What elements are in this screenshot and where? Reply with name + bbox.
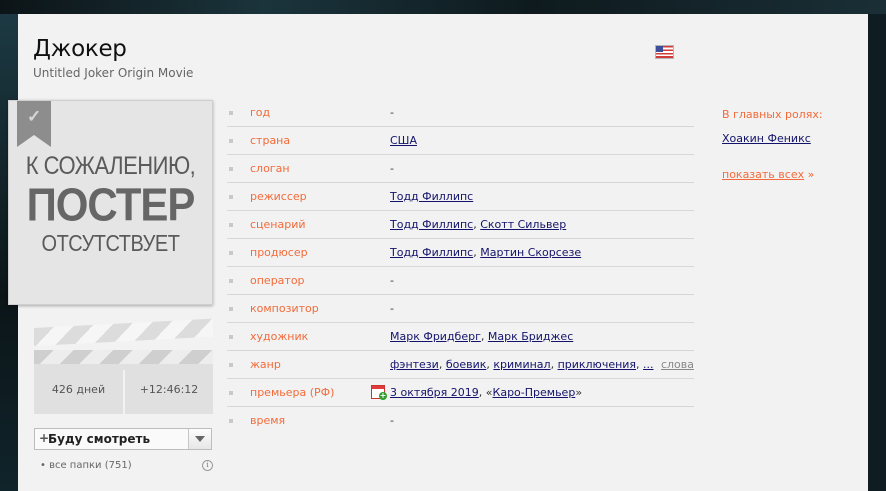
background-top (0, 0, 886, 14)
poster-text-line3: ОТСУТСТВУЕТ (41, 231, 180, 257)
premiere-countdown: 426 дней +12:46:12 (34, 318, 213, 414)
poster-text-line1: К СОЖАЛЕНИЮ, (25, 151, 196, 180)
info-row-operator: оператор - (227, 267, 694, 295)
genre-link[interactable]: фэнтези (390, 358, 439, 371)
artist-link[interactable]: Марк Бриджес (488, 330, 573, 343)
director-link[interactable]: Тодд Филлипс (390, 190, 473, 203)
info-row-year: год - (227, 99, 694, 127)
poster-placeholder: ✓ К СОЖАЛЕНИЮ, ПОСТЕР ОТСУТСТВУЕТ (8, 100, 213, 305)
distributor-link[interactable]: Каро-Премьер (493, 386, 576, 399)
info-row-country: страна США (227, 127, 694, 155)
show-all-actors-link[interactable]: показать всех » (722, 168, 814, 181)
info-value: - (390, 274, 394, 287)
info-key: время (250, 414, 286, 427)
check-icon: ✓ (27, 107, 42, 126)
info-value: - (390, 162, 394, 175)
double-arrow-icon: » (807, 168, 815, 181)
us-flag-icon (655, 45, 674, 59)
film-title: Джокер (33, 36, 127, 62)
genre-link[interactable]: боевик (446, 358, 487, 371)
clapperboard-icon (34, 318, 213, 346)
info-key: сценарий (250, 218, 306, 231)
info-row-producer: продюсер Тодд Филлипс, Мартин Скорсезе (227, 239, 694, 267)
info-key: продюсер (250, 246, 308, 259)
folder-dropdown-button[interactable] (188, 429, 211, 449)
writer-link[interactable]: Скотт Сильвер (480, 218, 566, 231)
add-to-calendar-icon[interactable]: + (371, 385, 387, 400)
info-key: оператор (250, 274, 305, 287)
will-watch-label: Буду смотреть (48, 432, 151, 446)
info-key: премьера (РФ) (250, 386, 335, 399)
info-value: - (390, 106, 394, 119)
artist-link[interactable]: Марк Фридберг (390, 330, 481, 343)
genre-link[interactable]: криминал (493, 358, 550, 371)
writer-link[interactable]: Тодд Филлипс (390, 218, 473, 231)
info-key: художник (250, 330, 309, 343)
countdown-time: +12:46:12 (139, 383, 199, 396)
film-info-table: год - страна США слоган - режиссер Тодд … (227, 99, 694, 434)
info-row-artist: художник Марк Фридберг, Марк Бриджес (227, 323, 694, 351)
info-value: - (390, 414, 394, 427)
main-roles: В главных ролях: Хоакин Феникс показать … (722, 108, 823, 181)
premiere-date-link[interactable]: 3 октября 2019 (390, 386, 479, 399)
info-row-genre: жанр фэнтези, боевик, криминал, приключе… (227, 351, 694, 379)
all-folders-link[interactable]: • все папки (751) (40, 460, 132, 471)
info-key: слоган (250, 162, 290, 175)
country-link[interactable]: США (390, 134, 417, 147)
film-original-title: Untitled Joker Origin Movie (33, 66, 194, 80)
info-key: композитор (250, 302, 319, 315)
info-row-runtime: время - (227, 407, 694, 434)
keywords-link[interactable]: слова (661, 358, 694, 371)
poster-text-line2: ПОСТЕР (26, 178, 196, 231)
chevron-down-icon (195, 436, 205, 442)
info-icon[interactable]: i (202, 460, 213, 471)
info-row-composer: композитор - (227, 295, 694, 323)
info-row-slogan: слоган - (227, 155, 694, 183)
info-row-writer: сценарий Тодд Филлипс, Скотт Сильвер (227, 211, 694, 239)
info-row-premiere: премьера (РФ) + 3 октября 2019, «Каро-Пр… (227, 379, 694, 407)
info-row-director: режиссер Тодд Филлипс (227, 183, 694, 211)
info-key: режиссер (250, 190, 307, 203)
will-watch-button[interactable]: + Буду смотреть (34, 428, 212, 450)
genre-more-link[interactable]: ... (643, 358, 654, 371)
info-value: - (390, 302, 394, 315)
genre-link[interactable]: приключения (558, 358, 636, 371)
film-panel: Джокер Untitled Joker Origin Movie ✓ К С… (8, 14, 868, 491)
info-key: страна (250, 134, 291, 147)
info-key: год (250, 106, 271, 119)
producer-link[interactable]: Мартин Скорсезе (480, 246, 581, 259)
countdown-days: 426 дней (51, 383, 106, 396)
actor-link[interactable]: Хоакин Феникс (722, 132, 811, 145)
producer-link[interactable]: Тодд Филлипс (390, 246, 473, 259)
info-key: жанр (250, 358, 281, 371)
main-roles-header: В главных ролях: (722, 108, 823, 121)
